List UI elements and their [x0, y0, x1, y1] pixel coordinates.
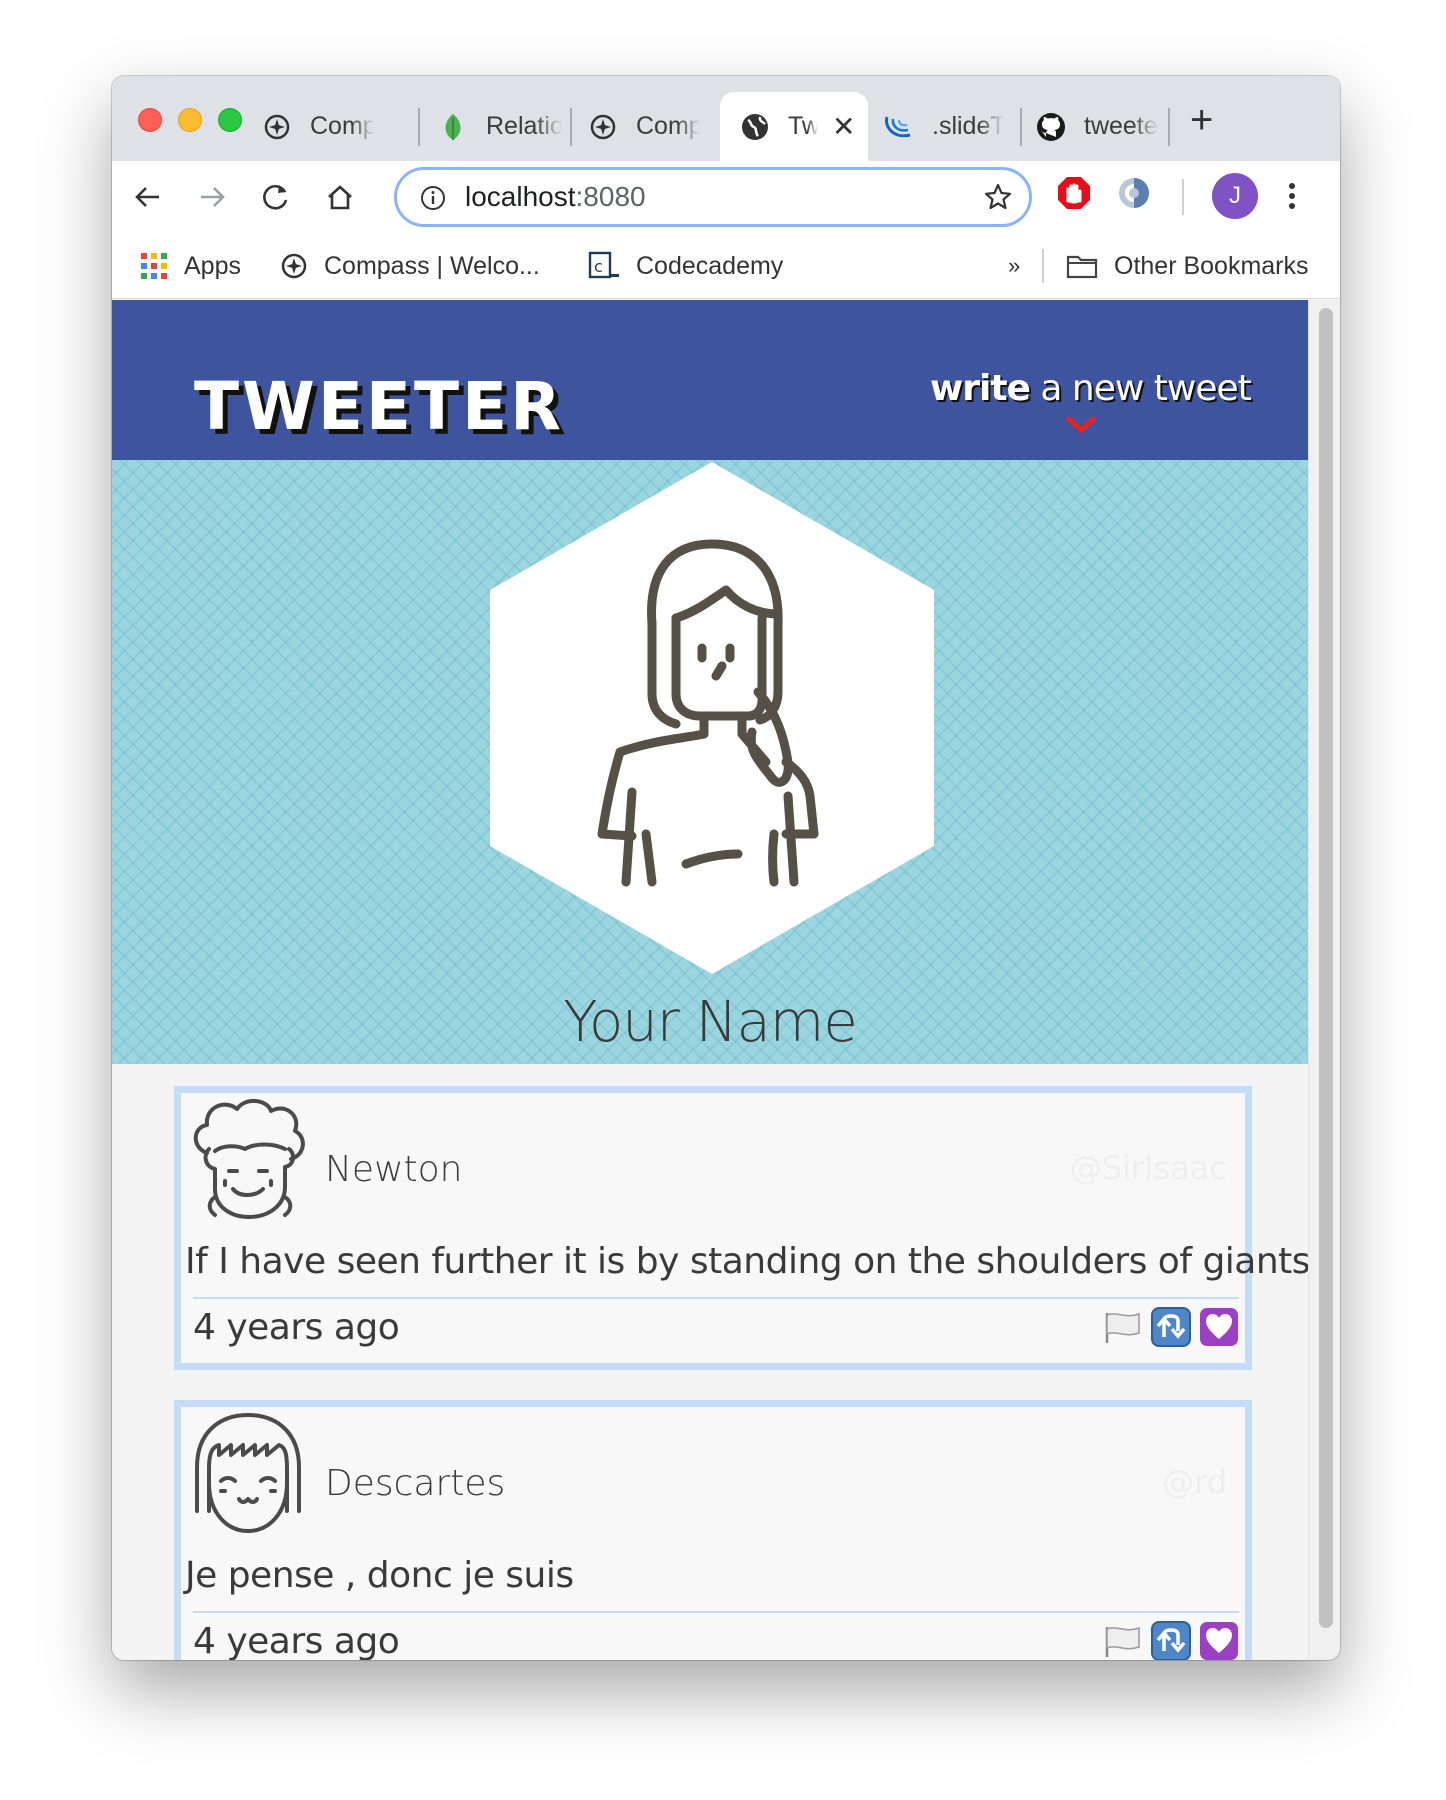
profile-avatar [490, 462, 934, 974]
profile-header: Your Name [112, 460, 1308, 1064]
heart-icon[interactable] [1199, 1307, 1239, 1347]
compose-tweet-toggle[interactable]: write a new tweet [930, 368, 1252, 409]
tweet-footer: 4 years ago [193, 1297, 1239, 1357]
jquery-icon [884, 112, 914, 142]
new-tab-button[interactable]: + [1190, 98, 1213, 143]
address-bar[interactable]: localhost:8080 [394, 167, 1032, 227]
compass-icon [262, 112, 292, 142]
toolbar-divider [1182, 179, 1184, 215]
tweet-footer: 4 years ago [193, 1611, 1239, 1660]
leaf-icon [438, 112, 468, 142]
tab-label: Relationships [486, 112, 562, 140]
heart-icon[interactable] [1199, 1621, 1239, 1660]
tweet-timestamp: 4 years ago [193, 1307, 400, 1348]
close-tab-icon[interactable]: ✕ [832, 110, 855, 143]
bookmark-label: Codecademy [636, 251, 784, 280]
tab-label: .slideToggle [932, 112, 1004, 140]
bookmark-codecademy[interactable]: c Codecademy [588, 246, 783, 286]
url-host: localhost [465, 181, 576, 212]
bookmarks-divider [1042, 249, 1044, 283]
compose-bold-text: write [930, 368, 1031, 409]
compass-icon [280, 252, 308, 280]
page-scrollbar[interactable] [1308, 300, 1340, 1660]
profile-avatar-button[interactable]: J [1212, 173, 1258, 219]
bookmarks-overflow-button[interactable]: » [1008, 246, 1020, 286]
tab-separator [570, 108, 572, 146]
adblock-extension-icon[interactable] [1056, 175, 1092, 216]
browser-menu-icon[interactable] [1282, 173, 1302, 219]
tweet-actions [1103, 1307, 1239, 1347]
site-navbar: TWEETER write a new tweet [112, 300, 1308, 460]
codecademy-icon: c [588, 251, 620, 281]
tab-slidetoggle[interactable]: .slideToggle [884, 92, 1004, 161]
globe-icon [740, 112, 770, 142]
tab-separator [418, 108, 420, 146]
bookmark-compass[interactable]: Compass | Welco... [280, 246, 540, 286]
flag-icon[interactable] [1103, 1621, 1143, 1660]
bookmark-label: Apps [184, 251, 241, 280]
minimize-window-button[interactable] [178, 108, 202, 132]
tab-compass-1[interactable]: Compass [262, 92, 374, 161]
other-bookmarks-folder[interactable]: Other Bookmarks [1066, 246, 1309, 286]
forward-button[interactable] [190, 175, 234, 219]
tweet-avatar-descartes [185, 1411, 311, 1537]
svg-text:c: c [594, 257, 603, 276]
tweet-author-name: Descartes [325, 1463, 506, 1504]
reload-button[interactable] [254, 175, 298, 219]
tab-label: Compass [636, 112, 700, 140]
tab-label: Tweeter [788, 112, 818, 140]
browser-window: Compass Relationships Compass Tweeter ✕ [112, 76, 1340, 1660]
bookmark-label: Compass | Welco... [324, 251, 540, 280]
tab-strip: Compass Relationships Compass Tweeter ✕ [112, 76, 1340, 161]
tweet-actions [1103, 1621, 1239, 1660]
bookmark-star-icon[interactable] [983, 182, 1013, 217]
tweet-avatar-newton [185, 1097, 311, 1223]
apps-grid-icon [140, 252, 168, 280]
bookmarks-bar: Apps Compass | Welco... c Codecademy » O… [112, 233, 1340, 299]
bookmark-apps[interactable]: Apps [140, 246, 241, 286]
tweet-author-handle: @SirIsaac [1069, 1149, 1227, 1187]
tab-tweeter-active[interactable]: Tweeter ✕ [720, 92, 868, 161]
compose-rest-text: a new tweet [1029, 368, 1251, 409]
tweet-card: Newton @SirIsaac If I have seen further … [174, 1086, 1308, 1370]
back-button[interactable] [126, 175, 170, 219]
site-logo[interactable]: TWEETER [194, 368, 564, 445]
profile-name: Your Name [563, 990, 858, 1055]
tweet-card: Descartes @rd Je pense , donc je suis 4 … [174, 1400, 1252, 1660]
tab-tweeter-github[interactable]: tweeter [1036, 92, 1158, 161]
chevron-down-icon[interactable] [1066, 416, 1096, 438]
page-viewport: TWEETER write a new tweet Your Name Newt… [112, 300, 1308, 1660]
github-icon [1036, 112, 1066, 142]
tweet-author-name: Newton [325, 1149, 463, 1190]
tab-separator [1168, 108, 1170, 146]
tweet-text: Je pense , donc je suis [185, 1555, 574, 1596]
tab-relationships[interactable]: Relationships [438, 92, 562, 161]
tweet-author-handle: @rd [1162, 1463, 1227, 1501]
url-text: localhost:8080 [465, 181, 646, 213]
url-port: :8080 [575, 181, 646, 212]
scrollbar-thumb[interactable] [1319, 308, 1333, 1628]
compass-icon [588, 112, 618, 142]
site-info-icon[interactable] [419, 184, 447, 217]
tab-compass-2[interactable]: Compass [588, 92, 700, 161]
close-window-button[interactable] [138, 108, 162, 132]
flag-icon[interactable] [1103, 1307, 1143, 1347]
other-bookmarks-label: Other Bookmarks [1114, 251, 1309, 280]
retweet-icon[interactable] [1151, 1307, 1191, 1347]
home-button[interactable] [318, 175, 362, 219]
tab-label: tweeter [1084, 112, 1158, 140]
extension-icon[interactable] [1116, 175, 1152, 216]
tweet-timestamp: 4 years ago [193, 1621, 400, 1660]
maximize-window-button[interactable] [218, 108, 242, 132]
tab-label: Compass [310, 112, 374, 140]
retweet-icon[interactable] [1151, 1621, 1191, 1660]
tab-separator [1020, 108, 1022, 146]
browser-toolbar: localhost:8080 J [112, 161, 1340, 233]
tweet-text: If I have seen further it is by standing… [185, 1241, 1308, 1282]
folder-icon [1066, 253, 1098, 279]
